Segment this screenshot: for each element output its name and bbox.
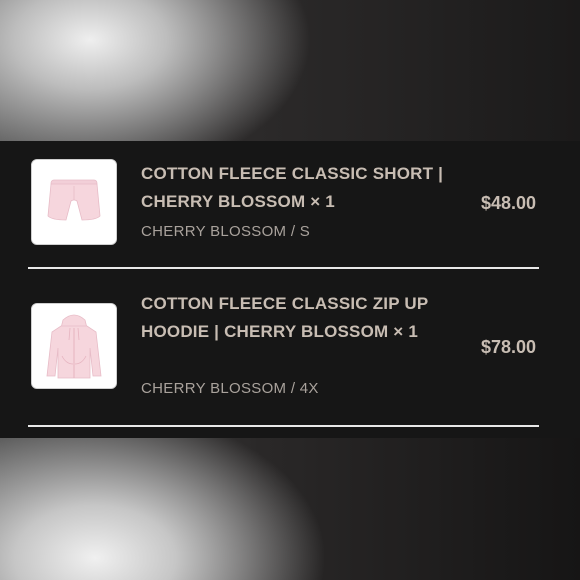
- cart-item[interactable]: COTTON FLEECE CLASSIC ZIP UP HOODIE | CH…: [0, 269, 580, 427]
- product-price: $48.00: [480, 193, 536, 213]
- pink-shorts-icon: [32, 160, 116, 244]
- cart-items-panel: COTTON FLEECE CLASSIC SHORT | CHERRY BLO…: [0, 141, 580, 438]
- product-variant: CHERRY BLOSSOM / S: [141, 223, 311, 240]
- cart-item[interactable]: COTTON FLEECE CLASSIC SHORT | CHERRY BLO…: [0, 141, 580, 269]
- product-variant: CHERRY BLOSSOM / 4X: [141, 380, 319, 397]
- product-title[interactable]: COTTON FLEECE CLASSIC SHORT | CHERRY BLO…: [141, 160, 446, 216]
- product-price: $78.00: [480, 337, 536, 357]
- product-title[interactable]: COTTON FLEECE CLASSIC ZIP UP HOODIE | CH…: [141, 290, 446, 346]
- blurred-background-bottom: [0, 438, 580, 580]
- item-divider: [28, 425, 539, 427]
- product-thumbnail[interactable]: [31, 159, 117, 245]
- pink-hoodie-icon: [32, 304, 116, 388]
- blurred-background-top: [0, 0, 580, 141]
- screenshot: COTTON FLEECE CLASSIC SHORT | CHERRY BLO…: [0, 0, 580, 580]
- product-thumbnail[interactable]: [31, 303, 117, 389]
